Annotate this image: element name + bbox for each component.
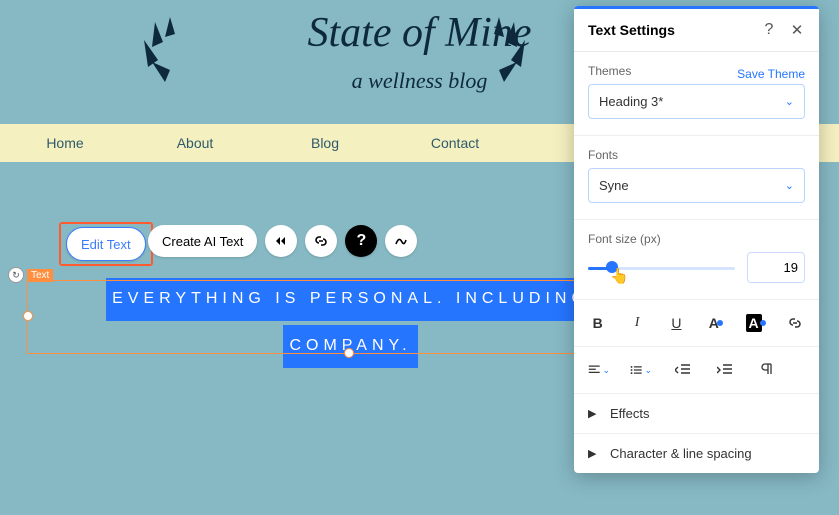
font-size-input[interactable]: 19 — [747, 252, 805, 283]
fonts-label: Fonts — [588, 148, 805, 162]
chevron-down-icon: ⌄ — [785, 179, 794, 192]
more-icon[interactable] — [385, 225, 417, 257]
slider-thumb[interactable] — [606, 261, 618, 273]
format-row-2: ⌄ ⌄ — [574, 347, 819, 394]
effects-accordion[interactable]: ▶ Effects — [574, 394, 819, 434]
text-color-button[interactable]: A — [706, 312, 725, 334]
themes-label: Themes — [588, 64, 737, 78]
save-theme-link[interactable]: Save Theme — [737, 67, 805, 81]
font-size-slider[interactable]: 👆 — [588, 258, 735, 278]
close-icon[interactable]: ✕ — [789, 21, 805, 39]
animations-icon[interactable] — [265, 225, 297, 257]
rotate-handle[interactable]: ↻ — [8, 267, 24, 283]
panel-help-icon[interactable]: ? — [761, 21, 777, 39]
bold-button[interactable]: B — [588, 312, 607, 334]
highlight-color-button[interactable]: A — [746, 312, 766, 334]
nav-blog[interactable]: Blog — [260, 135, 390, 151]
spacing-accordion[interactable]: ▶ Character & line spacing — [574, 434, 819, 473]
font-size-label: Font size (px) — [588, 232, 805, 246]
align-button[interactable]: ⌄ — [588, 359, 610, 381]
link-icon[interactable] — [305, 225, 337, 257]
text-line-2: COMPANY. — [283, 325, 417, 368]
text-settings-panel: Text Settings ? ✕ Themes Save Theme Head… — [574, 6, 819, 473]
text-line-1: EVERYTHING IS PERSONAL. INCLUDING — [106, 278, 595, 321]
nav-home[interactable]: Home — [0, 135, 130, 151]
format-row-1: B I U A A — [574, 300, 819, 347]
nav-about[interactable]: About — [130, 135, 260, 151]
leaves-right-icon — [479, 12, 539, 92]
insert-link-button[interactable] — [786, 312, 805, 334]
text-direction-button[interactable] — [756, 359, 778, 381]
create-ai-text-button[interactable]: Create AI Text — [148, 225, 257, 257]
panel-title: Text Settings — [588, 22, 761, 38]
text-toolbar: Create AI Text ? — [60, 225, 417, 257]
italic-button[interactable]: I — [627, 312, 646, 334]
underline-button[interactable]: U — [667, 312, 686, 334]
font-select[interactable]: Syne ⌄ — [588, 168, 805, 203]
help-icon[interactable]: ? — [345, 225, 377, 257]
list-button[interactable]: ⌄ — [630, 359, 652, 381]
outdent-button[interactable] — [672, 359, 694, 381]
caret-right-icon: ▶ — [588, 407, 602, 420]
indent-button[interactable] — [714, 359, 736, 381]
leaves-left-icon — [130, 12, 190, 92]
chevron-down-icon: ⌄ — [785, 95, 794, 108]
caret-right-icon: ▶ — [588, 447, 602, 460]
theme-select[interactable]: Heading 3* ⌄ — [588, 84, 805, 119]
nav-contact[interactable]: Contact — [390, 135, 520, 151]
